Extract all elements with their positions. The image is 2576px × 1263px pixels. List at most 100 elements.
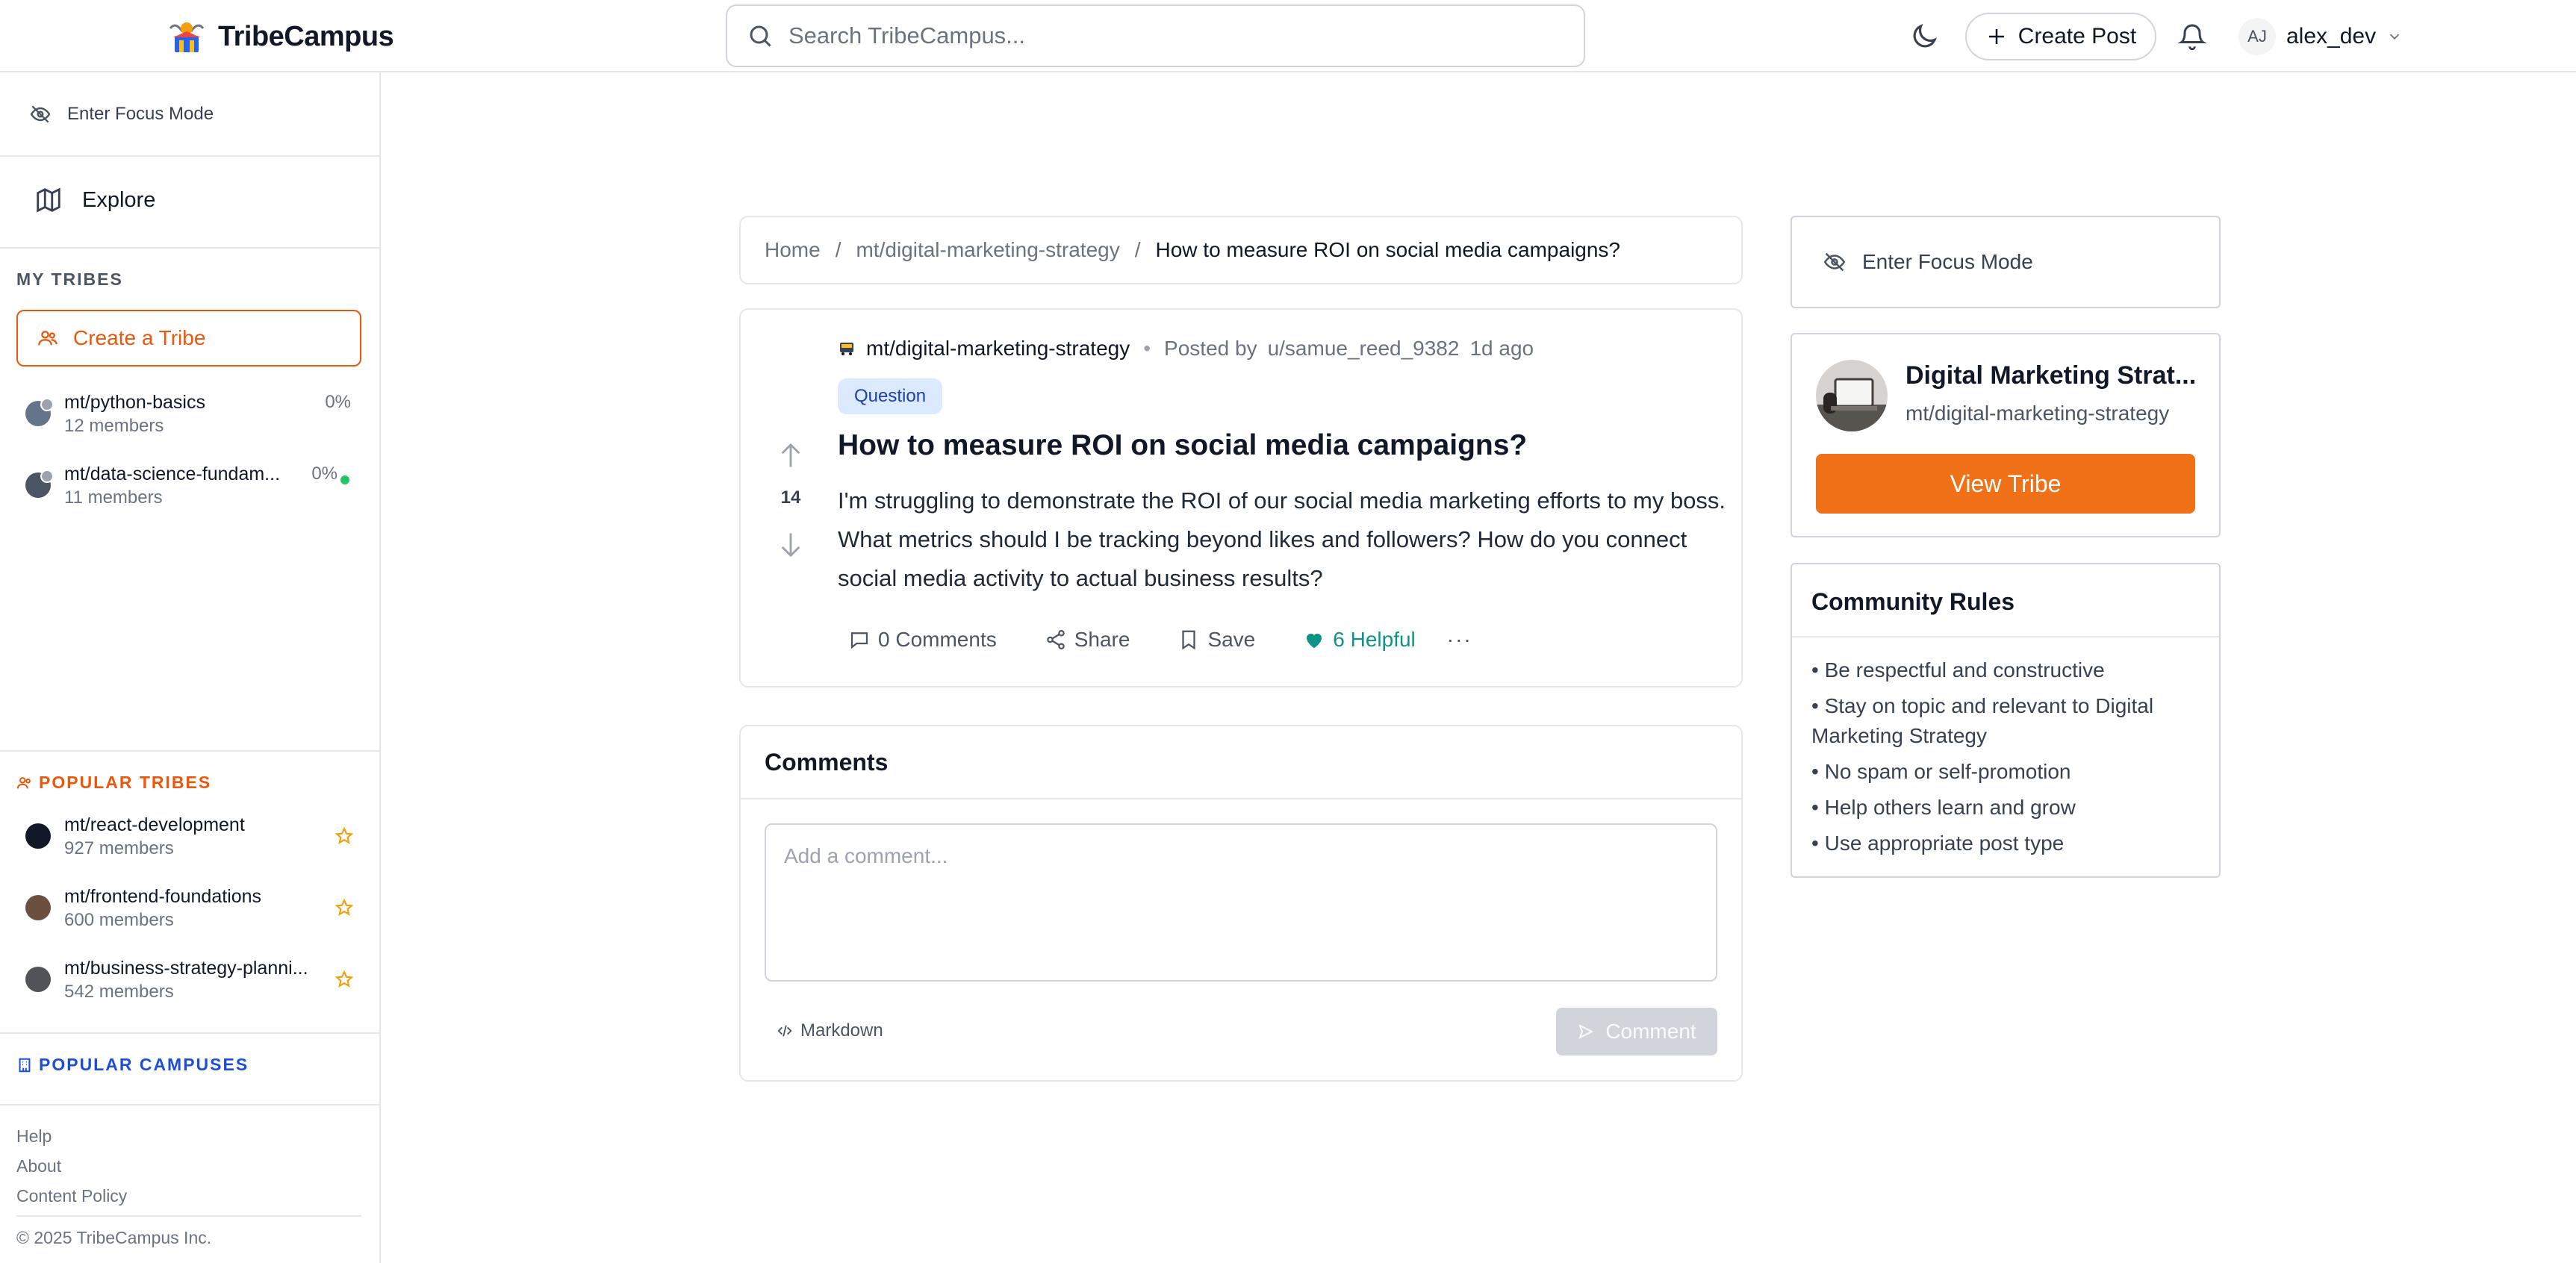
comments-button[interactable]: 0 Comments bbox=[848, 628, 997, 652]
post-author-link[interactable]: u/samue_reed_9382 bbox=[1268, 337, 1460, 361]
create-tribe-label: Create a Tribe bbox=[73, 326, 206, 349]
community-rules-card: Community Rules Be respectful and constr… bbox=[1791, 563, 2221, 878]
submit-comment-button[interactable]: Comment bbox=[1556, 1008, 1717, 1055]
divider bbox=[0, 155, 379, 157]
post-title: How to measure ROI on social media campa… bbox=[838, 429, 1528, 461]
users-icon bbox=[37, 328, 58, 349]
upvote-arrow-icon[interactable] bbox=[778, 441, 803, 470]
comment-input[interactable] bbox=[765, 823, 1717, 982]
top-header: TribeCampus Create Post AJ alex_dev bbox=[0, 0, 2576, 72]
breadcrumb: Home / mt/digital-marketing-strategy / H… bbox=[739, 216, 1743, 284]
breadcrumb-tribe[interactable]: mt/digital-marketing-strategy bbox=[856, 238, 1119, 262]
tribe-bus-icon bbox=[838, 340, 856, 358]
tribe-info-card: Digital Marketing Strat... mt/digital-ma… bbox=[1791, 333, 2221, 537]
search-input[interactable] bbox=[788, 22, 1535, 49]
save-button[interactable]: Save bbox=[1177, 628, 1255, 652]
eye-off-icon bbox=[1822, 249, 1847, 275]
view-tribe-button[interactable]: View Tribe bbox=[1816, 454, 2195, 514]
post-meta: mt/digital-marketing-strategy • Posted b… bbox=[838, 337, 1534, 361]
tribe-members: 542 members bbox=[64, 982, 174, 1002]
star-icon[interactable] bbox=[335, 898, 354, 917]
rule-item: Use appropriate post type bbox=[1811, 829, 2207, 858]
tribe-progress: 0% bbox=[325, 392, 351, 412]
search-bar[interactable] bbox=[726, 4, 1585, 67]
breadcrumb-separator: / bbox=[1134, 238, 1141, 261]
rule-item: Stay on topic and relevant to Digital Ma… bbox=[1811, 691, 2207, 751]
brand[interactable]: TribeCampus bbox=[167, 16, 394, 57]
footer-link-help[interactable]: Help bbox=[16, 1126, 52, 1147]
share-icon bbox=[1045, 629, 1067, 651]
focus-mode-button[interactable]: Enter Focus Mode bbox=[1791, 216, 2221, 308]
rules-list: Be respectful and constructive Stay on t… bbox=[1811, 655, 2207, 864]
rules-title: Community Rules bbox=[1811, 588, 2015, 615]
tribe-name: mt/business-strategy-planni... bbox=[64, 958, 308, 979]
focus-mode-label: Enter Focus Mode bbox=[1862, 250, 2033, 273]
comment-icon bbox=[848, 629, 871, 651]
comments-section: Comments Markdown Comment bbox=[739, 725, 1743, 1082]
sidebar-item-tribe[interactable]: mt/python-basics 12 members 0% bbox=[25, 386, 354, 438]
sidebar-item-popular-tribe[interactable]: mt/frontend-foundations 600 members bbox=[25, 880, 354, 932]
popular-campuses-label: POPULAR CAMPUSES bbox=[39, 1055, 249, 1074]
tribe-name: mt/frontend-foundations bbox=[64, 886, 262, 907]
downvote-arrow-icon[interactable] bbox=[778, 531, 803, 559]
sidebar-focus-mode[interactable]: Enter Focus Mode bbox=[28, 102, 214, 126]
create-post-button[interactable]: Create Post bbox=[1965, 13, 2156, 60]
search-icon bbox=[747, 22, 774, 49]
star-icon[interactable] bbox=[335, 826, 354, 846]
tribe-card-name: Digital Marketing Strat... bbox=[1905, 361, 2197, 390]
divider bbox=[0, 750, 379, 752]
divider bbox=[0, 247, 379, 249]
star-icon[interactable] bbox=[335, 970, 354, 989]
rule-item: No spam or self-promotion bbox=[1811, 757, 2207, 787]
tribe-card-slug: mt/digital-marketing-strategy bbox=[1905, 402, 2170, 425]
tribe-avatar bbox=[25, 895, 51, 920]
divider bbox=[16, 1215, 361, 1217]
post-body: I'm struggling to demonstrate the ROI of… bbox=[838, 487, 1726, 591]
breadcrumb-home[interactable]: Home bbox=[765, 238, 821, 262]
tribecampus-logo-icon bbox=[167, 18, 206, 55]
code-icon bbox=[777, 1023, 793, 1039]
comments-label: 0 Comments bbox=[878, 628, 997, 651]
tribe-members: 12 members bbox=[64, 416, 164, 436]
share-button[interactable]: Share bbox=[1045, 628, 1130, 652]
sidebar-item-popular-tribe[interactable]: mt/business-strategy-planni... 542 membe… bbox=[25, 952, 354, 1004]
sidebar-item-explore[interactable]: Explore bbox=[34, 186, 155, 214]
rule-item: Help others learn and grow bbox=[1811, 793, 2207, 823]
more-options-button[interactable]: ··· bbox=[1447, 628, 1472, 652]
tribe-members: 927 members bbox=[64, 838, 174, 858]
create-post-label: Create Post bbox=[2017, 24, 2137, 49]
plus-icon bbox=[1985, 25, 2008, 48]
tribe-avatar bbox=[1816, 360, 1888, 431]
my-tribes-heading: MY TRIBES bbox=[16, 269, 123, 289]
footer-link-content-policy[interactable]: Content Policy bbox=[16, 1186, 127, 1206]
markdown-label: Markdown bbox=[800, 1020, 883, 1041]
chevron-down-icon bbox=[2386, 28, 2403, 45]
markdown-toggle[interactable]: Markdown bbox=[777, 1020, 883, 1041]
users-icon bbox=[16, 775, 33, 791]
vote-count: 14 bbox=[780, 487, 801, 508]
dark-mode-toggle-icon[interactable] bbox=[1908, 21, 1940, 52]
tribe-avatar bbox=[25, 398, 54, 426]
map-icon bbox=[34, 186, 63, 214]
user-menu[interactable]: AJ alex_dev bbox=[2239, 18, 2403, 55]
sidebar-item-popular-tribe[interactable]: mt/react-development 927 members bbox=[25, 808, 354, 861]
create-tribe-button[interactable]: Create a Tribe bbox=[16, 310, 361, 367]
brand-name: TribeCampus bbox=[218, 20, 394, 52]
popular-campuses-heading[interactable]: POPULAR CAMPUSES bbox=[16, 1055, 249, 1075]
tribe-avatar bbox=[25, 823, 51, 849]
tribe-name: mt/react-development bbox=[64, 814, 245, 835]
helpful-button[interactable]: 6 Helpful bbox=[1303, 628, 1416, 652]
share-label: Share bbox=[1074, 628, 1130, 651]
helpful-label: 6 Helpful bbox=[1333, 628, 1416, 651]
explore-label: Explore bbox=[82, 187, 156, 212]
popular-tribes-label: POPULAR TRIBES bbox=[39, 773, 212, 792]
send-icon bbox=[1577, 1023, 1595, 1041]
copyright: © 2025 TribeCampus Inc. bbox=[16, 1228, 212, 1247]
post-card: 14 mt/digital-marketing-strategy • Poste… bbox=[739, 308, 1743, 687]
rule-item: Be respectful and constructive bbox=[1811, 655, 2207, 685]
footer-link-about[interactable]: About bbox=[16, 1156, 61, 1176]
post-tribe-link[interactable]: mt/digital-marketing-strategy bbox=[866, 337, 1130, 361]
sidebar-item-tribe[interactable]: mt/data-science-fundam... 11 members 0% bbox=[25, 458, 354, 510]
submit-comment-label: Comment bbox=[1605, 1020, 1696, 1043]
notifications-bell-icon[interactable] bbox=[2177, 21, 2207, 52]
